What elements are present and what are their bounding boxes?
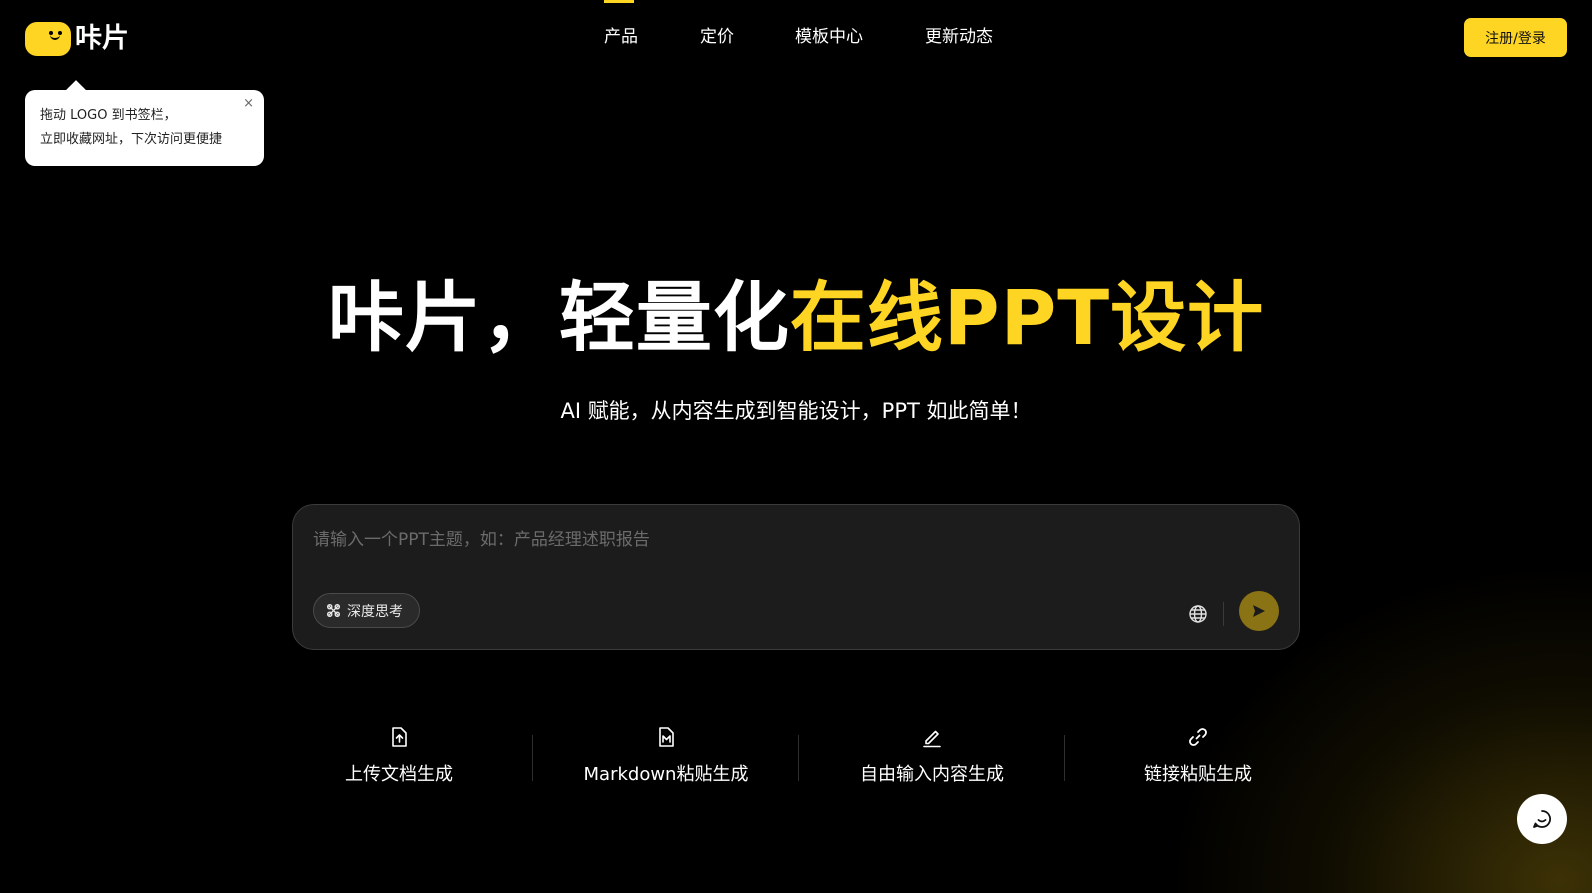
hero-title-yellow: 在线PPT设计 [789,273,1265,362]
deep-think-icon [326,603,341,618]
tooltip-line-2: 立即收藏网址，下次访问更便捷 [40,132,223,147]
nav-item-product[interactable]: 产品 [604,26,638,48]
option-upload-document[interactable]: 上传文档生成 [266,726,532,796]
globe-icon[interactable] [1188,604,1208,624]
login-register-button[interactable]: 注册/登录 [1464,18,1567,57]
tooltip-line-1: 拖动 LOGO 到书签栏， [40,108,177,123]
option-label: 链接粘贴生成 [1144,764,1252,785]
option-label: 自由输入内容生成 [860,764,1004,785]
hero-title: 咔片，轻量化在线PPT设计 [0,270,1592,366]
hero-title-white: 咔片，轻量化 [327,273,790,362]
chat-icon [1533,810,1551,828]
prompt-input[interactable] [313,523,1273,557]
bookmark-tooltip: × 拖动 LOGO 到书签栏， 立即收藏网址，下次访问更便捷 [25,80,264,166]
hero-subtitle: AI 赋能，从内容生成到智能设计，PPT 如此简单！ [560,399,1032,423]
markdown-file-icon [659,727,674,747]
option-markdown-paste[interactable]: Markdown粘贴生成 [533,726,799,796]
header: 咔片 产品 定价 模板中心 更新动态 注册/登录 [0,0,1592,76]
chat-support-button[interactable] [1517,794,1567,844]
pen-icon [923,730,941,748]
option-label: Markdown粘贴生成 [583,764,749,785]
page: 咔片 产品 定价 模板中心 更新动态 注册/登录 × 拖动 LOGO 到书签栏，… [0,0,1592,893]
upload-file-icon [392,727,407,747]
send-button[interactable] [1239,591,1279,631]
nav-item-updates[interactable]: 更新动态 [925,26,993,48]
nav-item-templates[interactable]: 模板中心 [795,26,863,48]
nav-active-indicator [604,0,634,3]
deep-think-button[interactable]: 深度思考 [313,593,420,628]
option-free-input[interactable]: 自由输入内容生成 [799,726,1065,796]
deep-think-label: 深度思考 [347,603,403,620]
send-icon [1253,605,1265,617]
prompt-card: 深度思考 [292,504,1300,650]
main-nav: 产品 定价 模板中心 更新动态 [0,0,1592,76]
nav-item-pricing[interactable]: 定价 [700,26,734,48]
option-label: 上传文档生成 [345,764,453,785]
link-icon [1189,728,1207,746]
option-link-paste[interactable]: 链接粘贴生成 [1065,726,1331,796]
toolbar-divider [1223,602,1224,626]
tooltip-arrow [66,80,86,100]
